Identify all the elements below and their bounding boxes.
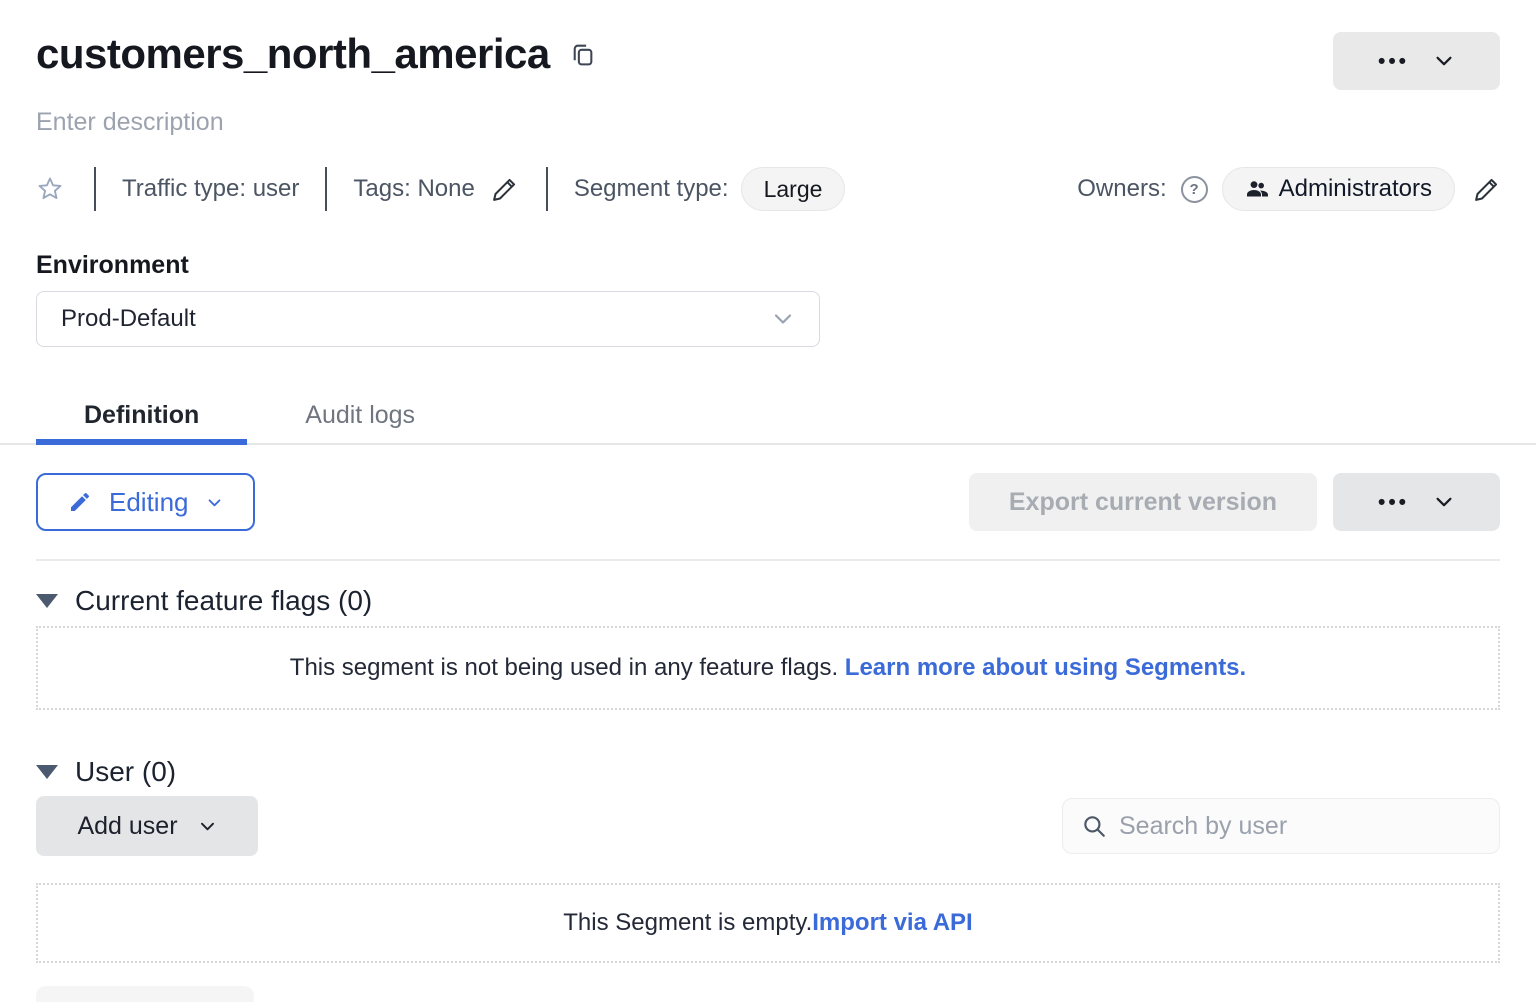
pencil-icon <box>68 490 92 514</box>
description-field[interactable]: Enter description <box>36 108 224 137</box>
editing-label: Editing <box>109 487 189 518</box>
user-section-header[interactable]: User (0) <box>36 756 176 788</box>
traffic-type-label: Traffic type: user <box>122 175 299 203</box>
segment-detail-page: customers_north_america ••• Enter descri… <box>0 0 1536 1002</box>
people-icon <box>1245 177 1269 201</box>
owners-group: Owners: ? Administrators <box>1077 167 1500 211</box>
cutoff-button[interactable] <box>36 986 254 1002</box>
page-header: customers_north_america ••• <box>36 0 1500 90</box>
separator <box>325 167 327 211</box>
chevron-down-icon <box>198 817 217 836</box>
add-user-button[interactable]: Add user <box>36 796 258 856</box>
user-toolbar: Add user <box>36 796 1500 856</box>
feature-flags-section-header[interactable]: Current feature flags (0) <box>36 585 372 617</box>
meta-row: Traffic type: user Tags: None Segment ty… <box>36 165 1500 213</box>
edit-tags-pencil-icon[interactable] <box>491 176 518 203</box>
tags-label: Tags: None <box>353 175 474 203</box>
definition-toolbar: Editing Export current version ••• <box>36 473 1500 531</box>
owners-badge: Administrators <box>1222 167 1455 211</box>
chevron-down-icon <box>771 307 795 331</box>
search-icon <box>1081 813 1107 839</box>
segment-type-label: Segment type: <box>574 175 729 203</box>
separator <box>94 167 96 211</box>
caret-down-icon <box>36 765 58 779</box>
definition-more-menu-button[interactable]: ••• <box>1333 473 1500 531</box>
segment-type-badge: Large <box>741 167 846 211</box>
import-via-api-link[interactable]: Import via API <box>812 909 972 937</box>
environment-select[interactable]: Prod-Default <box>36 291 820 347</box>
user-section-title: User (0) <box>75 756 176 788</box>
copy-icon[interactable] <box>570 41 595 68</box>
chevron-down-icon <box>1433 491 1455 513</box>
add-user-label: Add user <box>77 812 177 841</box>
editing-mode-button[interactable]: Editing <box>36 473 255 531</box>
user-search-box <box>1062 798 1500 854</box>
feature-flags-empty-state: This segment is not being used in any fe… <box>36 626 1500 710</box>
divider <box>36 559 1500 561</box>
tab-bar: Definition Audit logs <box>0 387 1536 445</box>
edit-owners-pencil-icon[interactable] <box>1473 176 1500 203</box>
feature-flags-empty-text: This segment is not being used in any fe… <box>290 654 845 682</box>
toolbar-right-group: Export current version ••• <box>969 473 1500 531</box>
export-current-version-button[interactable]: Export current version <box>969 473 1317 531</box>
page-title: customers_north_america <box>36 28 550 81</box>
search-by-user-input[interactable] <box>1119 812 1481 841</box>
title-group: customers_north_america <box>36 28 595 81</box>
chevron-down-icon <box>1433 50 1455 72</box>
help-icon[interactable]: ? <box>1181 176 1208 203</box>
environment-label: Environment <box>36 251 1500 280</box>
separator <box>546 167 548 211</box>
user-empty-text: This Segment is empty. <box>563 909 812 937</box>
page-more-menu-button[interactable]: ••• <box>1333 32 1500 90</box>
user-empty-state: This Segment is empty.Import via API <box>36 883 1500 963</box>
owners-value: Administrators <box>1279 175 1432 203</box>
more-dots-icon: ••• <box>1378 492 1409 513</box>
tab-definition[interactable]: Definition <box>36 387 247 443</box>
tab-audit-logs[interactable]: Audit logs <box>247 387 473 443</box>
feature-flags-section-title: Current feature flags (0) <box>75 585 372 617</box>
caret-down-icon <box>36 594 58 608</box>
chevron-down-icon <box>206 494 223 511</box>
owners-label: Owners: <box>1077 175 1166 203</box>
learn-more-link[interactable]: Learn more about using Segments. <box>845 654 1246 682</box>
star-icon[interactable] <box>36 175 64 203</box>
environment-selected-value: Prod-Default <box>61 305 196 333</box>
more-dots-icon: ••• <box>1378 51 1409 72</box>
